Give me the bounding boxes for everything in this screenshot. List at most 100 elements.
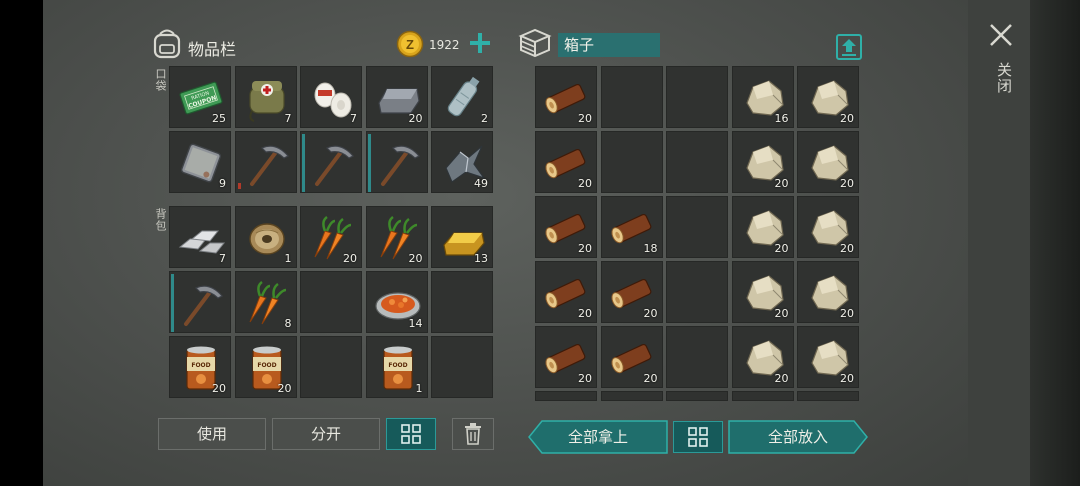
put-all-button[interactable]: 全部放入 — [728, 420, 868, 454]
box-slot[interactable] — [666, 66, 728, 128]
box-slot[interactable] — [666, 261, 728, 323]
backpack-slot[interactable]: 13 — [431, 206, 493, 268]
item-count: 20 — [578, 242, 592, 255]
box-slot[interactable] — [535, 391, 597, 401]
pickaxe-icon — [315, 145, 354, 186]
backpack-slot[interactable]: FOOD 1 — [365, 336, 428, 398]
pocket-slot[interactable] — [365, 131, 428, 193]
box-header: 箱子 — [518, 28, 863, 64]
backpack-slot[interactable] — [300, 271, 362, 333]
box-slot[interactable]: 20 — [731, 196, 794, 258]
box-slot[interactable]: 20 — [797, 131, 859, 193]
box-name-field[interactable]: 箱子 — [558, 33, 660, 57]
item-count: 20 — [408, 112, 423, 125]
durability-bar — [237, 183, 241, 189]
box-slot[interactable]: 20 — [731, 326, 794, 388]
pocket-slot[interactable]: 9 — [169, 131, 231, 193]
box-slot[interactable]: 16 — [731, 66, 794, 128]
item-count: 1 — [415, 382, 423, 395]
backpack-slot[interactable]: 20 — [365, 206, 428, 268]
box-slot[interactable]: 20 — [535, 326, 597, 388]
pocket-slot[interactable]: 7 — [234, 66, 297, 128]
item-count: 49 — [474, 177, 488, 190]
pocket-slot[interactable]: 7 — [300, 66, 362, 128]
upload-icon[interactable] — [836, 34, 862, 60]
box-slot[interactable]: 20 — [731, 131, 794, 193]
item-count: 2 — [481, 112, 488, 125]
durability-bar — [171, 274, 174, 332]
backpack-slot[interactable] — [169, 271, 231, 333]
box-slot[interactable]: 20 — [535, 66, 597, 128]
trash-icon — [465, 423, 481, 445]
close-label[interactable]: 关闭 — [988, 62, 1013, 94]
backpack-slot[interactable]: 7 — [169, 206, 231, 268]
item-count: 20 — [840, 372, 854, 385]
item-count: 20 — [578, 307, 592, 320]
box-slot[interactable]: 20 — [797, 66, 859, 128]
backpack-slot[interactable]: 20 — [300, 206, 362, 268]
take-all-button[interactable]: 全部拿上 — [528, 420, 668, 454]
item-count: 7 — [219, 252, 226, 265]
sort-inventory-button[interactable] — [386, 418, 436, 450]
item-count: 16 — [774, 112, 789, 125]
box-slot[interactable] — [600, 391, 663, 401]
box-slot[interactable]: 20 — [797, 261, 859, 323]
item-count: 20 — [840, 177, 854, 190]
box-slot[interactable] — [731, 391, 794, 401]
grid-sort-icon — [688, 427, 708, 447]
backpack-slot[interactable] — [431, 336, 493, 398]
use-button[interactable]: 使用 — [158, 418, 266, 450]
item-count: 18 — [643, 242, 658, 255]
pocket-slot[interactable]: 2 — [431, 66, 493, 128]
box-slot[interactable]: 18 — [600, 196, 663, 258]
pocket-slot[interactable]: 20 — [365, 66, 428, 128]
backpack-slot[interactable]: FOOD 20 — [234, 336, 297, 398]
pocket-slot[interactable]: 49 — [431, 131, 493, 193]
box-slot[interactable]: 20 — [600, 261, 663, 323]
item-count: 20 — [212, 382, 226, 395]
take-all-label: 全部拿上 — [567, 428, 628, 446]
split-button[interactable]: 分开 — [272, 418, 380, 450]
sort-box-button[interactable] — [673, 421, 723, 453]
inventory-title: 物品栏 — [188, 40, 237, 59]
box-slot[interactable]: 20 — [535, 131, 597, 193]
box-slot[interactable]: 20 — [797, 196, 859, 258]
coin-icon: Z — [396, 30, 424, 58]
item-count: 9 — [219, 177, 226, 190]
item-count: 20 — [840, 112, 854, 125]
pickaxe-icon — [184, 285, 223, 326]
box-slot[interactable] — [666, 391, 728, 401]
pocket-slot[interactable]: RATION COUPON 25 — [169, 66, 231, 128]
pickaxe-icon — [249, 145, 289, 186]
backpack-slot[interactable] — [431, 271, 493, 333]
box-slot[interactable] — [600, 66, 663, 128]
close-icon — [990, 24, 1012, 46]
backpack-label: 背包 — [154, 208, 167, 232]
box-slot[interactable] — [666, 196, 728, 258]
pocket-slot[interactable] — [300, 131, 362, 193]
box-slot[interactable] — [666, 131, 728, 193]
backpack-slot[interactable]: 1 — [234, 206, 297, 268]
crate-icon — [518, 28, 552, 58]
box-slot[interactable] — [666, 326, 728, 388]
box-slot[interactable] — [797, 391, 859, 401]
item-count: 20 — [774, 372, 789, 385]
backpack-slot[interactable]: 8 — [234, 271, 297, 333]
box-slot[interactable]: 20 — [600, 326, 663, 388]
box-slot[interactable]: 20 — [731, 261, 794, 323]
left-black-bar — [0, 0, 43, 486]
pocket-label: 口袋 — [154, 68, 167, 92]
backpack-slot[interactable]: 14 — [365, 271, 428, 333]
backpack-slot[interactable]: FOOD 20 — [169, 336, 231, 398]
box-slot[interactable]: 20 — [797, 326, 859, 388]
close-button[interactable] — [986, 20, 1016, 50]
box-slot[interactable]: 20 — [535, 261, 597, 323]
box-slot[interactable] — [600, 131, 663, 193]
backpack-slot[interactable] — [300, 336, 362, 398]
item-count: 20 — [840, 307, 854, 320]
add-coins-button[interactable] — [468, 31, 492, 55]
box-slot[interactable]: 20 — [535, 196, 597, 258]
item-count: 20 — [578, 177, 592, 190]
pocket-slot[interactable] — [234, 131, 297, 193]
trash-button[interactable] — [452, 418, 494, 450]
